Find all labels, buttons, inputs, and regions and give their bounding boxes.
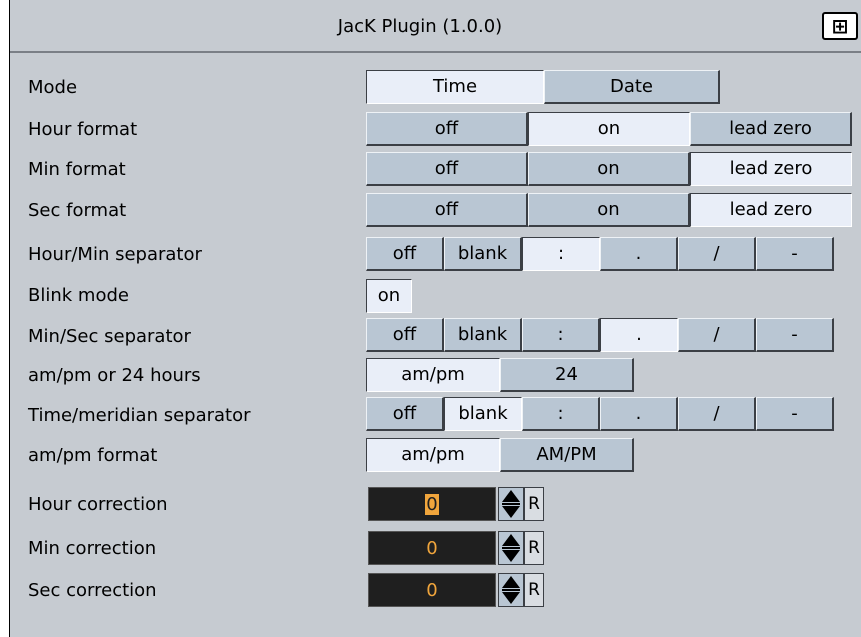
down-arrow-icon[interactable]	[502, 506, 520, 518]
divider	[502, 547, 520, 549]
title-bar: JacK Plugin (1.0.0) ⊞	[10, 0, 861, 53]
divider	[502, 503, 520, 505]
hour-correction-input[interactable]: 0	[368, 487, 496, 521]
sec-correction-input[interactable]: 0	[368, 573, 496, 607]
tms-dot-button[interactable]: .	[600, 397, 678, 431]
mss-blank-button[interactable]: blank	[444, 318, 522, 352]
down-arrow-icon[interactable]	[502, 550, 520, 562]
ampm-uppercase-button[interactable]: AM/PM	[500, 438, 634, 472]
sec-correction-stepper[interactable]	[498, 573, 524, 607]
min-sec-separator-label: Min/Sec separator	[28, 326, 191, 347]
blink-mode-label: Blink mode	[28, 285, 129, 306]
hour-min-separator-label: Hour/Min separator	[28, 244, 202, 265]
sec-format-off-button[interactable]: off	[366, 193, 528, 227]
min-format-on-button[interactable]: on	[528, 152, 690, 186]
plugin-panel: JacK Plugin (1.0.0) ⊞ Mode Time Date Hou…	[9, 0, 861, 637]
sec-correction-reset-button[interactable]: R	[524, 573, 544, 607]
hour-format-off-button[interactable]: off	[366, 112, 528, 146]
plugin-icon[interactable]: ⊞	[822, 12, 858, 40]
mode-label: Mode	[28, 77, 78, 98]
blink-mode-on-button[interactable]: on	[366, 279, 412, 313]
min-format-lead-zero-button[interactable]: lead zero	[690, 152, 852, 186]
mode-time-button[interactable]: Time	[366, 70, 544, 104]
hour-correction-stepper[interactable]	[498, 487, 524, 521]
hour-format-lead-zero-button[interactable]: lead zero	[690, 112, 852, 146]
ampm-button[interactable]: am/pm	[366, 358, 500, 392]
down-arrow-icon[interactable]	[502, 592, 520, 604]
hour-format-on-button[interactable]: on	[528, 112, 690, 146]
divider	[502, 589, 520, 591]
mss-slash-button[interactable]: /	[678, 318, 756, 352]
hms-dot-button[interactable]: .	[600, 237, 678, 271]
ampm-lowercase-button[interactable]: am/pm	[366, 438, 500, 472]
tms-colon-button[interactable]: :	[522, 397, 600, 431]
hms-off-button[interactable]: off	[366, 237, 444, 271]
tms-off-button[interactable]: off	[366, 397, 444, 431]
hour-correction-reset-button[interactable]: R	[524, 487, 544, 521]
tms-dash-button[interactable]: -	[756, 397, 834, 431]
hour-format-label: Hour format	[28, 119, 138, 140]
ampm-format-label: am/pm format	[28, 445, 158, 466]
mss-dot-button[interactable]: .	[600, 318, 678, 352]
time-meridian-separator-label: Time/meridian separator	[28, 405, 251, 426]
hour-correction-label: Hour correction	[28, 494, 168, 515]
ampm-24-label: am/pm or 24 hours	[28, 365, 201, 386]
min-format-label: Min format	[28, 159, 126, 180]
min-correction-reset-button[interactable]: R	[524, 531, 544, 565]
hms-colon-button[interactable]: :	[522, 237, 600, 271]
sec-format-lead-zero-button[interactable]: lead zero	[690, 193, 852, 227]
sec-correction-label: Sec correction	[28, 580, 157, 601]
sec-format-on-button[interactable]: on	[528, 193, 690, 227]
min-correction-stepper[interactable]	[498, 531, 524, 565]
24-hours-button[interactable]: 24	[500, 358, 634, 392]
mode-date-button[interactable]: Date	[544, 70, 720, 104]
up-arrow-icon[interactable]	[502, 534, 520, 546]
min-format-off-button[interactable]: off	[366, 152, 528, 186]
mss-colon-button[interactable]: :	[522, 318, 600, 352]
window-title: JacK Plugin (1.0.0)	[337, 16, 503, 37]
hms-slash-button[interactable]: /	[678, 237, 756, 271]
mss-dash-button[interactable]: -	[756, 318, 834, 352]
tms-blank-button[interactable]: blank	[444, 397, 522, 431]
tms-slash-button[interactable]: /	[678, 397, 756, 431]
mss-off-button[interactable]: off	[366, 318, 444, 352]
up-arrow-icon[interactable]	[502, 490, 520, 502]
sec-format-label: Sec format	[28, 200, 127, 221]
min-correction-label: Min correction	[28, 538, 157, 559]
up-arrow-icon[interactable]	[502, 576, 520, 588]
hms-blank-button[interactable]: blank	[444, 237, 522, 271]
min-correction-input[interactable]: 0	[368, 531, 496, 565]
hms-dash-button[interactable]: -	[756, 237, 834, 271]
